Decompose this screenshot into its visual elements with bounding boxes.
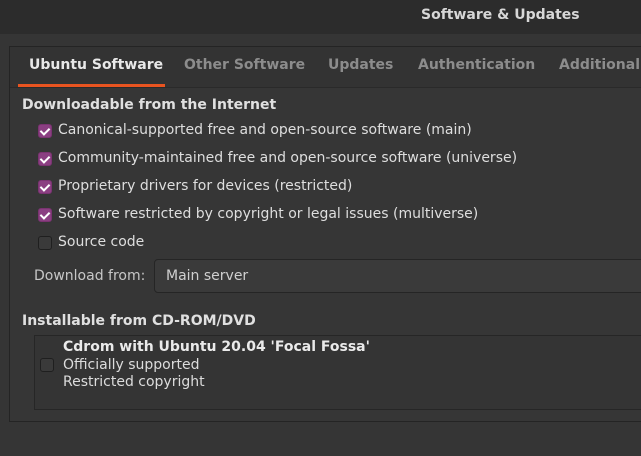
window-title: Software & Updates — [421, 7, 580, 23]
download-from-label: Download from: — [34, 268, 146, 284]
cdrom-list: Cdrom with Ubuntu 20.04 'Focal Fossa' Of… — [34, 335, 641, 410]
notebook-frame: Ubuntu Software Other Software Updates A… — [9, 46, 641, 422]
checkbox-universe-label: Community-maintained free and open-sourc… — [58, 150, 518, 166]
checkbox-source-code-label: Source code — [58, 234, 145, 250]
download-server-combo[interactable]: Main server — [154, 259, 641, 293]
cdrom-entry-name: Cdrom with Ubuntu 20.04 'Focal Fossa' — [63, 339, 370, 355]
tab-updates[interactable]: Updates — [328, 57, 393, 73]
title-bar[interactable]: Software & Updates — [0, 0, 641, 34]
cdrom-entry-checkbox[interactable] — [40, 358, 54, 372]
checkbox-multiverse-box[interactable] — [38, 208, 52, 222]
checkbox-restricted-box[interactable] — [38, 180, 52, 194]
downloadable-section-title: Downloadable from the Internet — [22, 97, 277, 113]
software-updates-window: Software & Updates Ubuntu Software Other… — [0, 0, 641, 456]
tab-authentication[interactable]: Authentication — [418, 57, 535, 73]
tab-ubuntu-software[interactable]: Ubuntu Software — [29, 57, 163, 73]
cdrom-section-title: Installable from CD-ROM/DVD — [22, 313, 256, 329]
checkbox-main-box[interactable] — [38, 124, 52, 138]
checkbox-main-label: Canonical-supported free and open-source… — [58, 122, 472, 138]
cdrom-entry-support: Officially supported — [63, 357, 200, 373]
checkbox-multiverse-label: Software restricted by copyright or lega… — [58, 206, 479, 222]
cdrom-entry-copyright: Restricted copyright — [63, 374, 205, 390]
checkbox-restricted-label: Proprietary drivers for devices (restric… — [58, 178, 353, 194]
tab-bar: Ubuntu Software Other Software Updates A… — [10, 47, 641, 88]
active-tab-indicator — [18, 84, 165, 87]
download-server-value: Main server — [166, 268, 249, 284]
checkbox-source-code-box[interactable] — [38, 236, 52, 250]
tab-additional-drivers[interactable]: Additional D — [559, 57, 641, 73]
checkbox-universe-box[interactable] — [38, 152, 52, 166]
tab-other-software[interactable]: Other Software — [184, 57, 305, 73]
